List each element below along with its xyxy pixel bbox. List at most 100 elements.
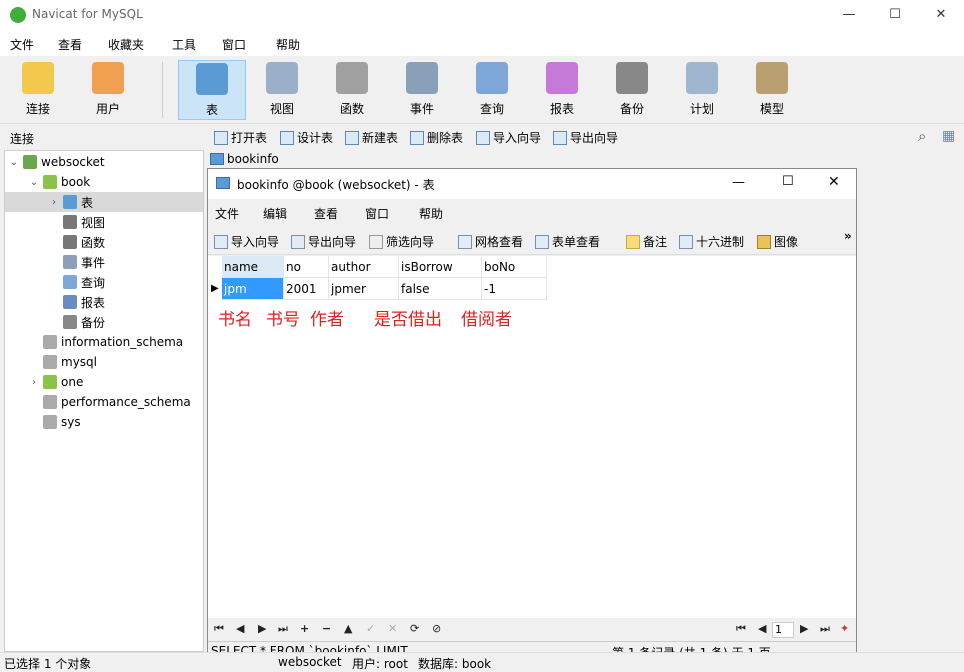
table-cell[interactable]: 2001: [284, 278, 329, 300]
design-table-button[interactable]: 设计表: [280, 129, 333, 146]
toolbar-overflow-button[interactable]: »: [844, 229, 852, 243]
child-menu-help[interactable]: 帮助: [419, 205, 443, 222]
refresh-icon[interactable]: ⟳: [410, 622, 419, 635]
new-table-button[interactable]: 新建表: [345, 129, 398, 146]
column-header[interactable]: name: [222, 256, 284, 278]
tree-item[interactable]: 事件: [5, 252, 203, 272]
tree-item[interactable]: 报表: [5, 292, 203, 312]
next-page-icon[interactable]: ▶: [800, 622, 808, 635]
column-header[interactable]: isBorrow: [399, 256, 482, 278]
tree-item-label: sys: [61, 415, 81, 429]
expand-arrow-icon[interactable]: ⌄: [9, 157, 19, 168]
column-header[interactable]: boNo: [482, 256, 547, 278]
table-cell[interactable]: -1: [482, 278, 547, 300]
status-bar: 已选择 1 个对象 websocket 用户: root 数据库: book: [0, 652, 964, 672]
toolbar-tape-button[interactable]: 备份: [598, 60, 666, 120]
close-button[interactable]: ✕: [918, 0, 964, 30]
toolbar-report-button[interactable]: 报表: [528, 60, 596, 120]
delete-record-icon[interactable]: −: [322, 622, 331, 635]
grid-view-button[interactable]: 网格查看: [458, 233, 523, 250]
edit-record-icon[interactable]: ▲: [344, 622, 352, 635]
last-record-icon[interactable]: ⏭: [278, 622, 288, 636]
toolbar-query-button[interactable]: 查询: [458, 60, 526, 120]
table-cell[interactable]: false: [399, 278, 482, 300]
tree-item-label: mysql: [61, 355, 97, 369]
last-page-icon[interactable]: ⏭: [820, 622, 830, 636]
expand-arrow-icon[interactable]: ›: [49, 197, 59, 208]
first-page-icon[interactable]: ⏮: [736, 622, 746, 636]
table-cell[interactable]: jpm: [222, 278, 284, 300]
tree-item[interactable]: ⌄ book: [5, 172, 203, 192]
tree-item[interactable]: 函数: [5, 232, 203, 252]
next-record-icon[interactable]: ▶: [258, 622, 266, 635]
menu-help[interactable]: 帮助: [276, 36, 300, 53]
add-record-icon[interactable]: +: [300, 622, 309, 635]
menu-file[interactable]: 文件: [10, 36, 34, 53]
toolbar-clock-button[interactable]: 事件: [388, 60, 456, 120]
page-number-input[interactable]: 1: [772, 622, 794, 638]
first-record-icon[interactable]: ⏮: [214, 622, 224, 636]
tree-item[interactable]: sys: [5, 412, 203, 432]
expand-arrow-icon[interactable]: ⌄: [29, 177, 39, 188]
tree-item[interactable]: information_schema: [5, 332, 203, 352]
minimize-button[interactable]: —: [826, 0, 872, 30]
child-minimize-button[interactable]: —: [732, 175, 745, 190]
table-cell[interactable]: jpmer: [329, 278, 399, 300]
child-close-button[interactable]: ✕: [828, 174, 840, 190]
tree-item[interactable]: 查询: [5, 272, 203, 292]
toolbar-plug-button[interactable]: 连接: [4, 60, 72, 120]
import-wizard-button[interactable]: 导入向导: [476, 129, 541, 146]
column-header[interactable]: no: [284, 256, 329, 278]
open-table-button[interactable]: 打开表: [214, 129, 267, 146]
table-window: bookinfo @book (websocket) - 表 — ☐ ✕ 文件 …: [207, 168, 857, 661]
menu-window[interactable]: 窗口: [222, 36, 246, 53]
child-menu-edit[interactable]: 编辑: [263, 205, 287, 222]
tree-item[interactable]: mysql: [5, 352, 203, 372]
child-maximize-button[interactable]: ☐: [782, 174, 794, 189]
toolbar-model-button[interactable]: 模型: [738, 60, 806, 120]
settings-tools-icon[interactable]: ✦: [840, 622, 849, 635]
child-menu-window[interactable]: 窗口: [365, 205, 389, 222]
apply-record-icon[interactable]: ✓: [366, 622, 375, 635]
prev-record-icon[interactable]: ◀: [236, 622, 244, 635]
toolbar-calendar-button[interactable]: 计划: [668, 60, 736, 120]
tree-item[interactable]: 备份: [5, 312, 203, 332]
menu-tools[interactable]: 工具: [172, 36, 196, 53]
memo-button[interactable]: 备注: [626, 233, 667, 250]
toolbar-function-button[interactable]: 函数: [318, 60, 386, 120]
import-wizard-button[interactable]: 导入向导: [214, 233, 279, 250]
discard-record-icon[interactable]: ✕: [388, 622, 397, 635]
menu-favorites[interactable]: 收藏夹: [108, 36, 144, 53]
toolbar-user-button[interactable]: 用户: [74, 60, 142, 120]
tree-item[interactable]: › one: [5, 372, 203, 392]
open-table-icon: [214, 130, 228, 145]
form-view-button[interactable]: 表单查看: [535, 233, 600, 250]
menu-view[interactable]: 查看: [58, 36, 82, 53]
tree-item[interactable]: ⌄ websocket: [5, 152, 203, 172]
form-icon: [535, 234, 549, 249]
export-wizard-button[interactable]: 导出向导: [291, 233, 356, 250]
stop-icon[interactable]: ⊘: [432, 622, 441, 635]
grid-view-icon[interactable]: ▦: [942, 128, 955, 144]
maximize-button[interactable]: ☐: [872, 0, 918, 30]
tree-item[interactable]: 视图: [5, 212, 203, 232]
function-icon: [63, 235, 77, 249]
tree-item[interactable]: performance_schema: [5, 392, 203, 412]
tree-item[interactable]: › 表: [5, 192, 203, 212]
toolbar-table-button[interactable]: 表: [178, 60, 246, 120]
search-icon[interactable]: ⌕: [918, 127, 926, 145]
export-wizard-button[interactable]: 导出向导: [553, 129, 618, 146]
import-icon: [214, 234, 228, 249]
expand-arrow-icon[interactable]: ›: [29, 377, 39, 388]
tab-bookinfo[interactable]: bookinfo: [210, 152, 279, 166]
toolbar-glasses-button[interactable]: 视图: [248, 60, 316, 120]
filter-wizard-button[interactable]: 筛选向导: [369, 233, 434, 250]
image-button[interactable]: 图像: [757, 233, 798, 250]
prev-page-icon[interactable]: ◀: [758, 622, 766, 635]
delete-table-button[interactable]: 删除表: [410, 129, 463, 146]
hex-button[interactable]: 十六进制: [679, 233, 744, 250]
model-icon: [756, 62, 788, 94]
child-menu-view[interactable]: 查看: [314, 205, 338, 222]
child-menu-file[interactable]: 文件: [215, 205, 239, 222]
column-header[interactable]: author: [329, 256, 399, 278]
